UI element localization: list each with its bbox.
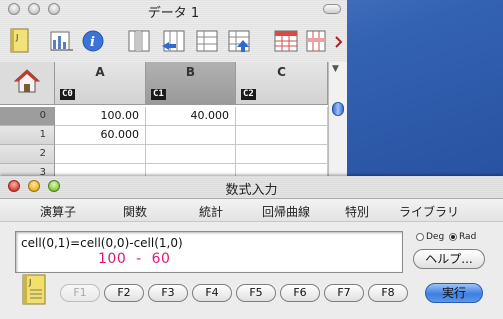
cell-b1[interactable] [146,126,236,145]
rad-radio-dot [449,233,457,241]
formula-input[interactable]: cell(0,1)=cell(0,0)-cell(1,0) 100 - 60 [15,231,403,273]
row-header-0[interactable]: 0 [0,107,55,126]
formula-window-titlebar[interactable]: 数式入力 [0,176,503,199]
formula-window: 数式入力 演算子 関数 統計 回帰曲線 特別 ライブラリ cell(0,1)=c… [0,176,503,319]
notebook-icon[interactable]: J [10,28,30,54]
f2-button[interactable]: F2 [104,284,144,302]
info-icon[interactable]: i [82,28,104,54]
vertical-scrollbar[interactable]: ▼ [328,62,347,190]
column-letter: C [277,65,286,79]
f1-button[interactable]: F1 [60,284,100,302]
f7-button[interactable]: F7 [324,284,364,302]
cell-b2[interactable] [146,145,236,164]
column-id: C2 [241,89,256,100]
f8-button[interactable]: F8 [368,284,408,302]
menu-library[interactable]: ライブラリ [399,203,459,220]
data-window: データ 1 J i A C0 B C1 C C2 0 100.00 40.000… [0,0,347,190]
deg-radio-dot [416,233,424,241]
deg-label: Deg [426,232,445,242]
deg-radio[interactable]: Deg [416,232,444,242]
delete-row-icon[interactable] [228,28,254,54]
cell-a0[interactable]: 100.00 [55,107,146,126]
formula-preview: 100 - 60 [98,251,171,267]
rad-radio[interactable]: Rad [449,232,476,242]
formula-text: cell(0,1)=cell(0,0)-cell(1,0) [21,236,183,250]
menu-statistics[interactable]: 統計 [199,203,223,220]
menu-operators[interactable]: 演算子 [40,203,76,220]
svg-text:i: i [90,35,95,50]
data-window-titlebar[interactable]: データ 1 [0,0,347,21]
rad-label: Rad [459,232,477,242]
column-header-c[interactable]: C C2 [236,62,328,105]
column-header-a[interactable]: A C0 [55,62,146,105]
f6-button[interactable]: F6 [280,284,320,302]
f4-button[interactable]: F4 [192,284,232,302]
svg-text:J: J [28,278,31,287]
cell-a2[interactable] [55,145,146,164]
execute-button[interactable]: 実行 [425,283,483,303]
toolbar-toggle-button[interactable] [323,4,341,14]
cell-c0[interactable] [236,107,328,126]
grid-corner[interactable] [0,62,55,105]
insert-column-icon[interactable] [128,28,154,54]
insert-row-icon[interactable] [196,28,222,54]
scroll-up-arrow-icon[interactable]: ▼ [332,64,339,74]
data-window-title: データ 1 [147,6,200,21]
scroll-thumb[interactable] [332,102,344,116]
menu-functions[interactable]: 関数 [123,203,147,220]
column-stats-icon[interactable] [50,28,74,54]
toolbar-overflow-icon[interactable] [334,36,344,48]
cell-c1[interactable] [236,126,328,145]
delete-column-icon[interactable] [160,28,186,54]
cell-b0[interactable]: 40.000 [146,107,236,126]
column-letter: B [185,65,196,79]
row-header-2[interactable]: 2 [0,145,55,164]
column-id: C1 [151,89,166,100]
column-header-b[interactable]: B C1 [146,62,236,105]
column-id: C0 [60,89,75,100]
f3-button[interactable]: F3 [148,284,188,302]
help-button[interactable]: ヘルプ... [413,249,485,269]
f5-button[interactable]: F5 [236,284,276,302]
sheet-icon[interactable] [274,28,300,54]
row-header-1[interactable]: 1 [0,126,55,145]
home-icon [14,69,40,93]
formula-menubar: 演算子 関数 統計 回帰曲線 特別 ライブラリ [0,199,503,222]
notebook-icon[interactable]: J [21,274,47,306]
formula-window-title: 数式入力 [225,183,278,198]
cell-c2[interactable] [236,145,328,164]
sheet-alt-icon[interactable] [306,28,328,54]
menu-special[interactable]: 特別 [345,203,369,220]
menu-regression[interactable]: 回帰曲線 [262,203,310,220]
column-letter: A [95,65,105,79]
svg-text:J: J [15,33,18,42]
data-toolbar: J i [0,20,347,62]
cell-a1[interactable]: 60.000 [55,126,146,145]
